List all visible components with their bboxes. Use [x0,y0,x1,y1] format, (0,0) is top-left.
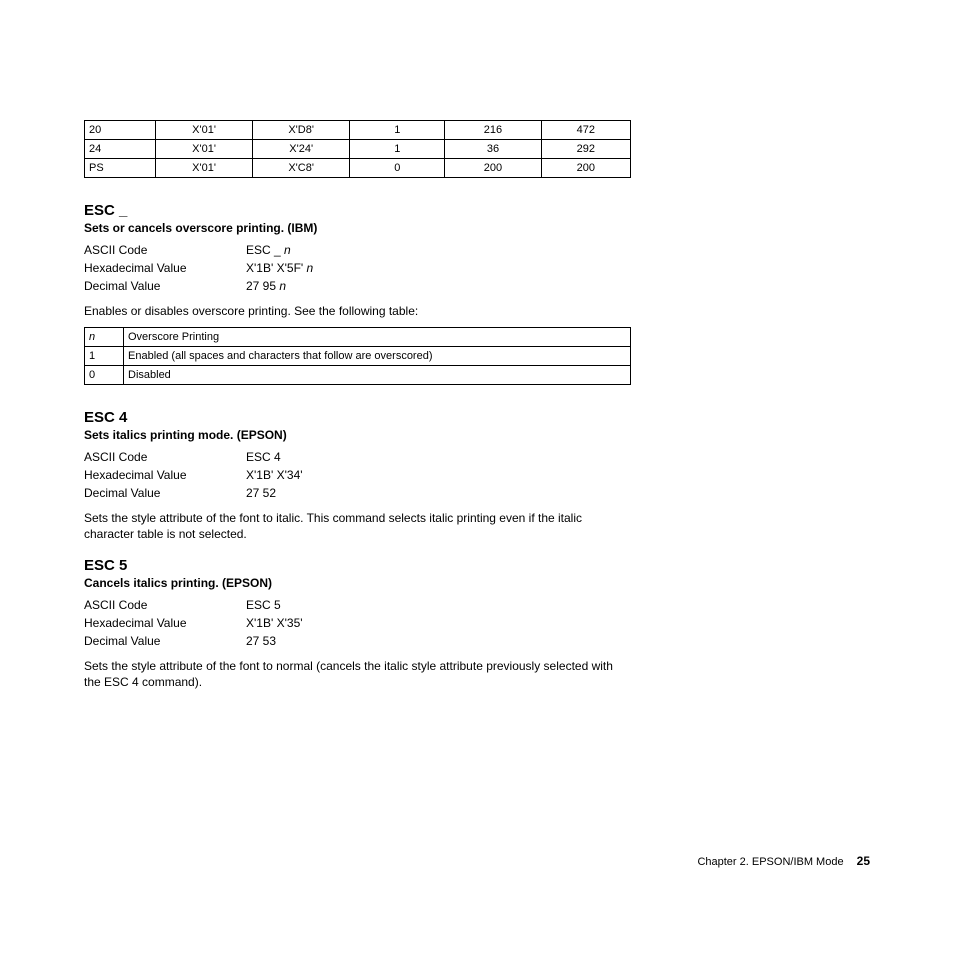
cell: 292 [541,140,630,159]
esc-4-desc: Sets the style attribute of the font to … [84,510,631,542]
dec-value-label: Decimal Value [84,279,246,293]
hex-value-value: X'1B' X'35' [246,616,303,630]
hex-value-value: X'1B' X'5F' n [246,261,313,275]
cell: 0 [350,159,445,178]
cell: 216 [445,121,541,140]
hex-value-label: Hexadecimal Value [84,261,246,275]
dec-value-value: 27 95 n [246,279,286,293]
ascii-code-value: ESC 4 [246,450,281,464]
esc-5-subhead: Cancels italics printing. (EPSON) [84,576,870,590]
table-row: 0 Disabled [85,366,631,385]
cell: PS [85,159,156,178]
overscore-table: n Overscore Printing 1 Enabled (all spac… [84,327,631,385]
ascii-code-value: ESC _ n [246,243,291,257]
cell: X'01' [156,140,253,159]
ascii-code-row: ASCII Code ESC _ n [84,243,870,257]
header-n: n [85,328,124,347]
footer-chapter: Chapter 2. EPSON/IBM Mode [697,856,843,868]
ascii-code-row: ASCII Code ESC 4 [84,450,870,464]
cell: X'01' [156,159,253,178]
page-content: 20 X'01' X'D8' 1 216 472 24 X'01' X'24' … [0,0,954,690]
ascii-code-label: ASCII Code [84,450,246,464]
hex-value-row: Hexadecimal Value X'1B' X'34' [84,468,870,482]
value-var: n [279,279,286,293]
cell: 36 [445,140,541,159]
cell: X'01' [156,121,253,140]
page-footer: Chapter 2. EPSON/IBM Mode 25 [697,854,870,868]
ascii-code-row: ASCII Code ESC 5 [84,598,870,612]
esc-4-subhead: Sets italics printing mode. (EPSON) [84,428,870,442]
cell-n: 0 [85,366,124,385]
cell: X'D8' [253,121,350,140]
top-data-table: 20 X'01' X'D8' 1 216 472 24 X'01' X'24' … [84,120,631,178]
cell: 1 [350,121,445,140]
header-label: Overscore Printing [124,328,631,347]
cell: 200 [445,159,541,178]
footer-page-number: 25 [857,854,870,868]
dec-value-row: Decimal Value 27 52 [84,486,870,500]
hex-value-label: Hexadecimal Value [84,468,246,482]
hex-value-row: Hexadecimal Value X'1B' X'5F' n [84,261,870,275]
dec-value-value: 27 53 [246,634,276,648]
cell-label: Disabled [124,366,631,385]
table-row: n Overscore Printing [85,328,631,347]
esc-5-heading: ESC 5 [84,557,870,574]
hex-value-value: X'1B' X'34' [246,468,303,482]
cell-label: Enabled (all spaces and characters that … [124,347,631,366]
cell: 472 [541,121,630,140]
table-row: 1 Enabled (all spaces and characters tha… [85,347,631,366]
value-text: ESC _ [246,243,284,257]
esc-underscore-heading: ESC _ [84,202,870,219]
dec-value-row: Decimal Value 27 95 n [84,279,870,293]
dec-value-row: Decimal Value 27 53 [84,634,870,648]
dec-value-label: Decimal Value [84,486,246,500]
cell: X'C8' [253,159,350,178]
cell: 200 [541,159,630,178]
ascii-code-value: ESC 5 [246,598,281,612]
table-row: 24 X'01' X'24' 1 36 292 [85,140,631,159]
ascii-code-label: ASCII Code [84,243,246,257]
value-text: X'1B' X'5F' [246,261,307,275]
dec-value-label: Decimal Value [84,634,246,648]
dec-value-value: 27 52 [246,486,276,500]
esc-4-heading: ESC 4 [84,409,870,426]
esc-underscore-desc: Enables or disables overscore printing. … [84,303,631,319]
esc-5-desc: Sets the style attribute of the font to … [84,658,631,690]
esc-underscore-subhead: Sets or cancels overscore printing. (IBM… [84,221,870,235]
table-row: 20 X'01' X'D8' 1 216 472 [85,121,631,140]
cell: X'24' [253,140,350,159]
cell: 1 [350,140,445,159]
ascii-code-label: ASCII Code [84,598,246,612]
cell: 24 [85,140,156,159]
table-row: PS X'01' X'C8' 0 200 200 [85,159,631,178]
value-var: n [284,243,291,257]
value-var: n [307,261,314,275]
cell: 20 [85,121,156,140]
cell-n: 1 [85,347,124,366]
value-text: 27 95 [246,279,279,293]
hex-value-label: Hexadecimal Value [84,616,246,630]
hex-value-row: Hexadecimal Value X'1B' X'35' [84,616,870,630]
